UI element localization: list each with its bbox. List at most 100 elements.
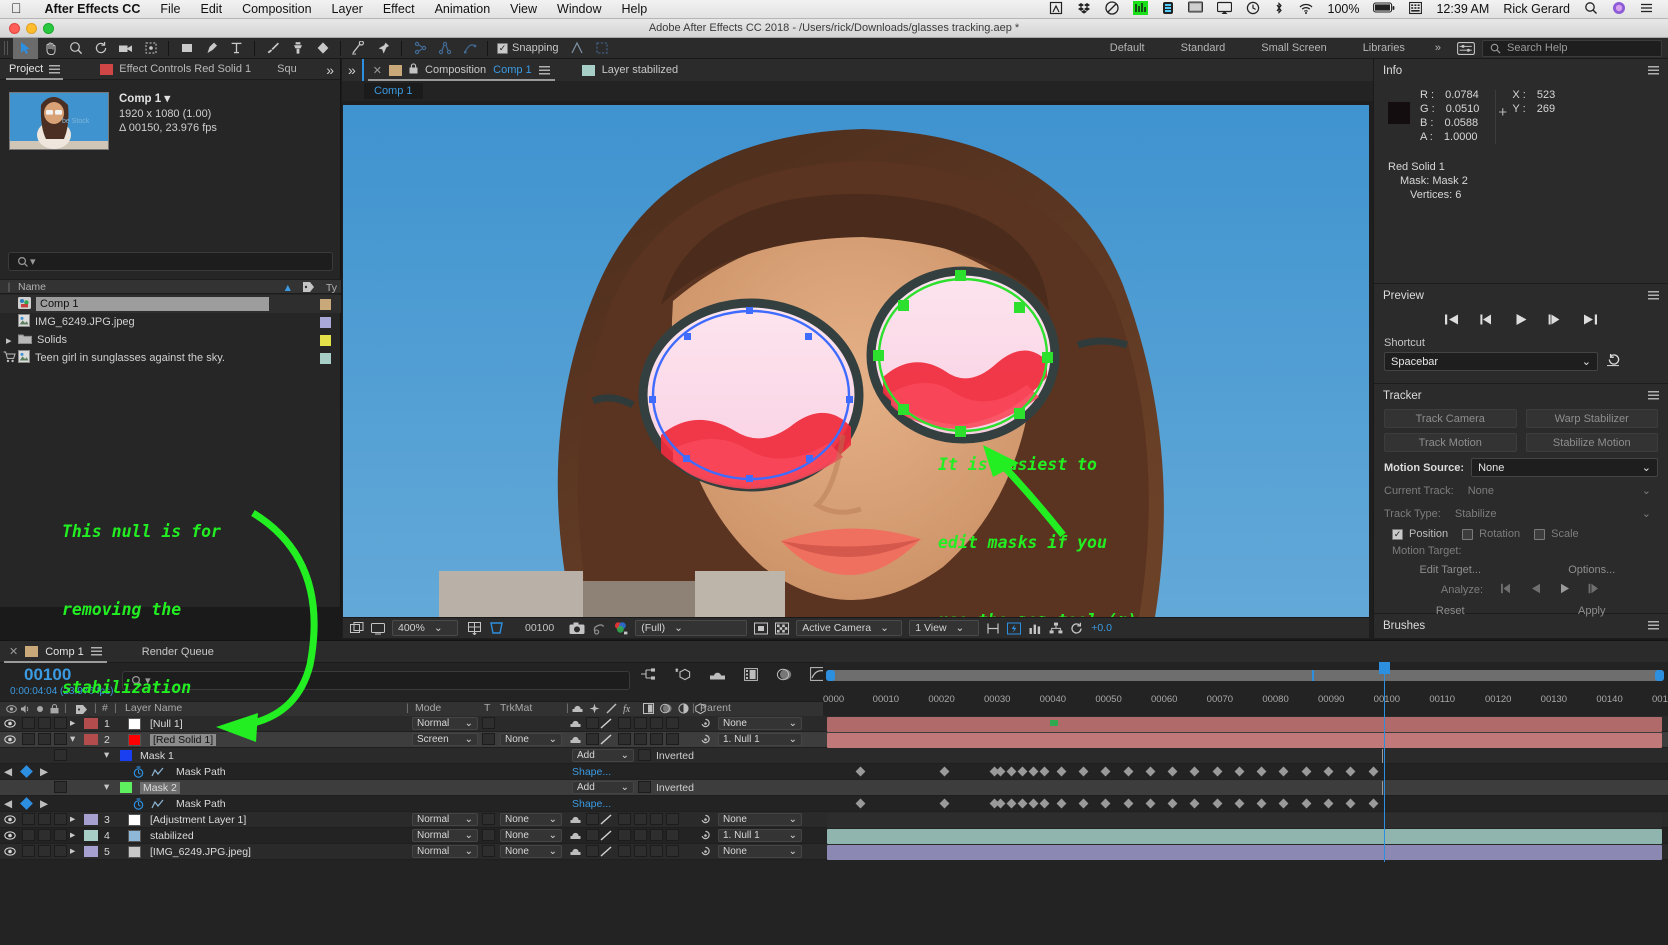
analyze-prev-frame-button[interactable] <box>1500 583 1513 597</box>
keyframe-marker[interactable] <box>1368 766 1378 777</box>
keyframe-marker[interactable] <box>1017 798 1028 809</box>
keyframe-marker[interactable] <box>1345 798 1356 809</box>
folder-expand-triangle-icon[interactable]: ▸ <box>0 334 18 347</box>
mask-inverted-checkbox[interactable] <box>638 781 651 793</box>
t-column-header[interactable]: T <box>484 702 490 714</box>
solo-switch[interactable] <box>38 829 51 841</box>
project-search-input[interactable]: ▾ <box>8 252 333 271</box>
track-camera-button[interactable]: Track Camera <box>1384 409 1517 428</box>
shy-switch[interactable] <box>570 814 581 828</box>
expand-mask-triangle-icon[interactable]: ▾ <box>104 749 109 761</box>
tab-project[interactable]: Project <box>0 59 69 80</box>
layer-mode-select[interactable]: Normal ⌄ <box>412 845 478 858</box>
mask-inverted-checkbox[interactable] <box>638 749 651 761</box>
keyframe-marker[interactable] <box>1256 766 1267 777</box>
stopwatch-icon[interactable] <box>133 766 144 781</box>
shy-switch[interactable] <box>570 830 581 844</box>
airplay-mirror-icon[interactable] <box>1210 1 1239 18</box>
keyframe-marker[interactable] <box>1123 766 1134 777</box>
timeline-track[interactable] <box>823 844 1668 860</box>
layer-mode-select[interactable]: Screen ⌄ <box>412 733 478 746</box>
project-item-comp-1[interactable]: Comp 1 <box>0 295 341 313</box>
audio-switch[interactable] <box>22 813 35 825</box>
parent-pickwhip-icon[interactable] <box>700 814 711 828</box>
type-tool-icon[interactable] <box>224 38 249 59</box>
mask-lock-switch[interactable] <box>54 749 67 761</box>
align-left-icon[interactable] <box>407 38 432 59</box>
mask-shape-link[interactable]: Shape... <box>572 798 611 810</box>
search-dropdown-arrow[interactable]: ▾ <box>30 255 36 268</box>
region-of-interest-icon[interactable] <box>489 621 504 635</box>
keyframe-marker[interactable] <box>1078 798 1089 809</box>
keyframe-marker[interactable] <box>1006 798 1017 809</box>
expand-layer-triangle-icon[interactable]: ▾ <box>70 733 75 745</box>
keyboard-input-icon[interactable] <box>1402 1 1429 18</box>
layer-marker[interactable] <box>1049 720 1058 726</box>
search-help-input[interactable]: Search Help <box>1482 39 1662 57</box>
timeline-layer-row[interactable]: ▸ 5 [IMG_6249.JPG.jpeg] Normal ⌄ None ⌄ None ⌄ <box>0 844 823 860</box>
menu-file[interactable]: File <box>150 2 190 16</box>
keyframe-marker[interactable] <box>855 766 866 777</box>
close-tab-icon[interactable]: ✕ <box>9 645 18 658</box>
effects-switch[interactable] <box>618 829 631 841</box>
frame-blend-switch[interactable] <box>634 813 647 825</box>
pixel-aspect-correction-icon[interactable] <box>986 622 1000 635</box>
play-button[interactable] <box>1514 313 1528 329</box>
layer-duration-bar[interactable] <box>827 717 1662 732</box>
layer-trkmat-select[interactable]: None ⌄ <box>500 829 562 842</box>
mask-shape-link[interactable]: Shape... <box>572 766 611 778</box>
layer-name[interactable]: [IMG_6249.JPG.jpeg] <box>150 846 251 858</box>
layer-label-color[interactable] <box>84 814 98 825</box>
layer-duration-bar[interactable] <box>827 733 1662 748</box>
prev-keyframe-button[interactable]: ◀ <box>4 798 12 810</box>
shy-switch[interactable] <box>570 718 581 732</box>
menu-effect[interactable]: Effect <box>373 2 425 16</box>
timeline-graph-icon[interactable] <box>1028 622 1042 635</box>
keyframe-marker[interactable] <box>1256 798 1267 809</box>
lock-switch[interactable] <box>54 733 67 745</box>
close-tab-icon[interactable]: ✕ <box>373 64 382 77</box>
three-d-switch[interactable] <box>666 845 679 857</box>
stopwatch-icon[interactable] <box>133 798 144 813</box>
menu-edit[interactable]: Edit <box>191 2 233 16</box>
current-time-indicator[interactable] <box>1383 662 1385 862</box>
toggle-grid-icon[interactable] <box>467 621 482 635</box>
quality-switch[interactable] <box>600 718 612 732</box>
preserve-transparency-switch[interactable] <box>482 717 495 729</box>
preview-shortcut-select[interactable]: Spacebar ⌄ <box>1384 352 1598 371</box>
timeline-track[interactable] <box>823 732 1668 748</box>
layer-duration-bar[interactable] <box>827 813 1662 828</box>
keyframe-marker[interactable] <box>1039 766 1050 777</box>
layer-trkmat-select[interactable]: None ⌄ <box>500 845 562 858</box>
three-d-switch[interactable] <box>666 717 679 729</box>
keyframe-toggle-button[interactable] <box>20 765 33 778</box>
timeline-track[interactable] <box>823 748 1668 764</box>
reset-exposure-icon[interactable] <box>1070 622 1084 635</box>
reset-button[interactable]: Reset <box>1384 601 1517 620</box>
effects-switch[interactable] <box>618 845 631 857</box>
dropbox-icon[interactable] <box>1070 1 1098 18</box>
camera-view-select[interactable]: Active Camera ⌄ <box>796 620 903 636</box>
keyframe-marker[interactable] <box>1301 798 1312 809</box>
align-center-icon[interactable] <box>432 38 457 59</box>
creative-cloud-icon[interactable] <box>1098 0 1126 18</box>
timeline-layer-row[interactable]: ▾ 2 [Red Solid 1] Screen ⌄ None ⌄ 1. Null 1 ⌄ <box>0 732 823 748</box>
airplay-status-icon[interactable] <box>1042 1 1070 18</box>
keyframe-marker[interactable] <box>1212 766 1223 777</box>
work-area-start-handle[interactable] <box>826 670 835 681</box>
mask-interpolation-icon[interactable] <box>457 38 482 59</box>
project-item-label-color[interactable] <box>320 334 331 346</box>
layer-name[interactable]: stabilized <box>150 830 194 842</box>
siri-icon[interactable] <box>1605 1 1633 18</box>
shy-switch[interactable] <box>570 846 581 860</box>
project-item-stock[interactable]: Teen girl in sunglasses against the sky. <box>0 349 341 367</box>
preserve-transparency-switch[interactable] <box>482 813 495 825</box>
parent-pickwhip-icon[interactable] <box>700 734 711 748</box>
keyframe-marker[interactable] <box>1145 798 1156 809</box>
tab-composition-comp-1[interactable]: ✕ Composition Comp 1 <box>361 59 559 81</box>
hand-tool-icon[interactable] <box>38 38 63 59</box>
rotation-tool-icon[interactable] <box>88 38 113 59</box>
motion-source-select[interactable]: None ⌄ <box>1471 458 1658 477</box>
layer-mode-select[interactable]: Normal ⌄ <box>412 717 478 730</box>
project-item-label-color[interactable] <box>320 298 331 310</box>
